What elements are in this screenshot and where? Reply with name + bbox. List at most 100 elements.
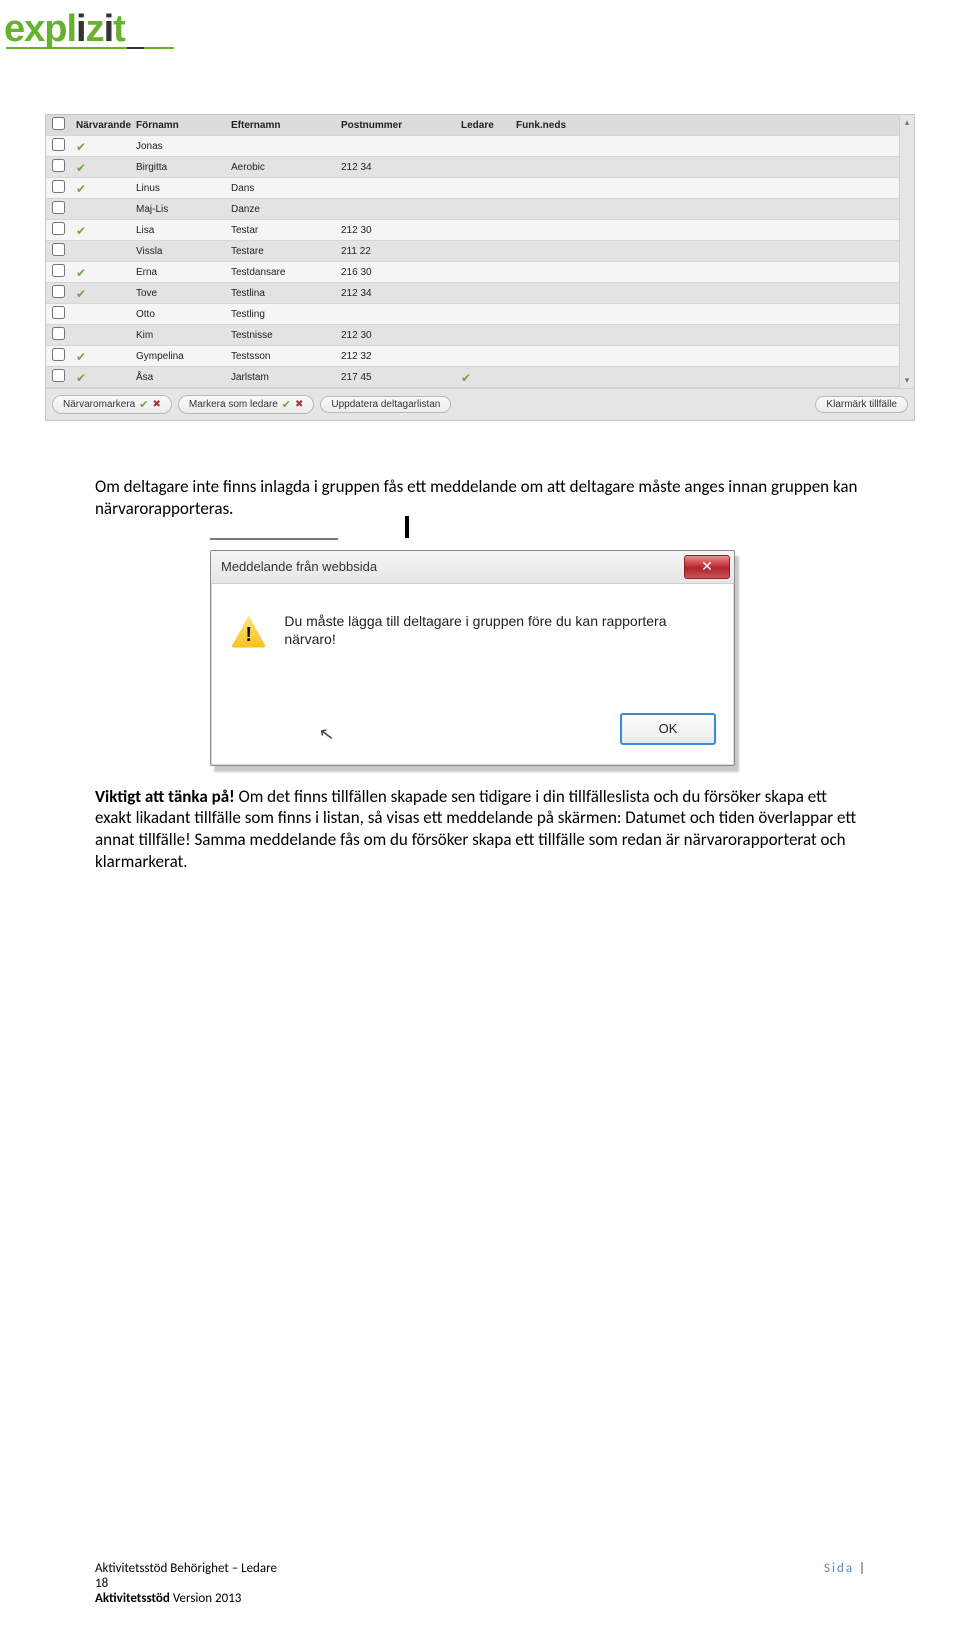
row-checkbox[interactable] (52, 327, 65, 340)
cell-postnummer: 212 30 (341, 225, 461, 236)
participants-panel: Närvarande Förnamn Efternamn Postnummer … (45, 114, 915, 421)
markera-som-ledare-button[interactable]: Markera som ledare ✔ ✖ (178, 395, 315, 414)
cell-postnummer: 216 30 (341, 267, 461, 278)
side-bar: | (859, 1561, 865, 1576)
row-checkbox[interactable] (52, 222, 65, 235)
col-efternamn: Efternamn (231, 120, 341, 131)
check-icon: ✔ (76, 225, 86, 237)
col-narvarande: Närvarande (76, 120, 136, 131)
dialog-close-button[interactable]: ✕ (684, 555, 730, 579)
table-row: ✔LisaTestar212 30 (46, 220, 899, 241)
decorative-tick (405, 516, 409, 538)
row-checkbox[interactable] (52, 159, 65, 172)
cell-efternamn: Testdansare (231, 267, 341, 278)
cell-efternamn: Testnisse (231, 330, 341, 341)
cell-fornamn: Linus (136, 183, 231, 194)
check-icon: ✔ (76, 288, 86, 300)
table-row: ✔LinusDans (46, 178, 899, 199)
footer-page-label: Sida | (824, 1561, 865, 1576)
paragraph-heading: Viktigt att tänka på! (95, 786, 235, 807)
footer-title: Aktivitetsstöd Behörighet – Ledare (95, 1561, 277, 1576)
footer-app-name: Aktivitetsstöd (95, 1591, 170, 1606)
check-icon: ✔ (76, 351, 86, 363)
side-word: Sida (824, 1561, 854, 1576)
cell-postnummer: 212 30 (341, 330, 461, 341)
button-label: Närvaromarkera (63, 399, 135, 410)
col-ledare: Ledare (461, 120, 516, 131)
footer-version: Version 2013 (170, 1591, 242, 1606)
cell-efternamn: Testare (231, 246, 341, 257)
x-icon: ✖ (295, 399, 303, 410)
row-checkbox[interactable] (52, 306, 65, 319)
body-paragraph-1: Om deltagare inte finns inlagda i gruppe… (95, 476, 865, 520)
row-checkbox[interactable] (52, 138, 65, 151)
footer-page-number: 18 (95, 1576, 865, 1591)
cell-fornamn: Erna (136, 267, 231, 278)
table-row: ✔ Jonas (46, 136, 899, 157)
scroll-up-icon[interactable]: ▴ (905, 117, 910, 128)
page-footer: Aktivitetsstöd Behörighet – Ledare Sida … (95, 1561, 865, 1606)
cell-fornamn: Jonas (136, 141, 231, 152)
cell-fornamn: Åsa (136, 372, 231, 383)
check-icon: ✔ (76, 162, 86, 174)
cell-fornamn: Tove (136, 288, 231, 299)
row-checkbox[interactable] (52, 369, 65, 382)
cell-efternamn: Dans (231, 183, 341, 194)
dialog-titlebar: Meddelande från webbsida ✕ (211, 551, 734, 584)
button-label: Markera som ledare (189, 399, 278, 410)
row-checkbox[interactable] (52, 180, 65, 193)
check-icon: ✔ (461, 372, 471, 384)
table-row: ✔GympelinaTestsson212 32 (46, 346, 899, 367)
cell-postnummer: 217 45 (341, 372, 461, 383)
close-icon: ✕ (701, 558, 713, 575)
cell-postnummer: 212 32 (341, 351, 461, 362)
brand-logo: explizit (0, 0, 960, 51)
narvaromarkera-button[interactable]: Närvaromarkera ✔ ✖ (52, 395, 172, 414)
table-scrollbar[interactable]: ▴ ▾ (899, 115, 914, 388)
table-row: ✔ÅsaJarlstam217 45✔ (46, 367, 899, 388)
cell-fornamn: Vissla (136, 246, 231, 257)
cell-narvarande: ✔ (76, 287, 136, 300)
cell-narvarande: ✔ (76, 161, 136, 174)
check-icon: ✔ (76, 267, 86, 279)
row-checkbox[interactable] (52, 348, 65, 361)
select-all-checkbox[interactable] (52, 117, 65, 130)
scroll-down-icon[interactable]: ▾ (905, 375, 910, 386)
table-row: ✔ToveTestlina212 34 (46, 283, 899, 304)
row-checkbox[interactable] (52, 264, 65, 277)
row-checkbox[interactable] (52, 201, 65, 214)
cell-fornamn: Otto (136, 309, 231, 320)
button-label: OK (659, 721, 678, 736)
cell-narvarande: ✔ (76, 182, 136, 195)
row-checkbox[interactable] (52, 243, 65, 256)
cursor-icon: ↖ (318, 723, 336, 746)
cell-efternamn: Testlina (231, 288, 341, 299)
table-row: KimTestnisse212 30 (46, 325, 899, 346)
col-postnummer: Postnummer (341, 120, 461, 131)
cell-efternamn: Danze (231, 204, 341, 215)
table-row: VisslaTestare211 22 (46, 241, 899, 262)
body-paragraph-2: Viktigt att tänka på! Om det finns tillf… (95, 786, 865, 873)
cell-fornamn: Lisa (136, 225, 231, 236)
col-fornamn: Förnamn (136, 120, 231, 131)
cell-fornamn: Gympelina (136, 351, 231, 362)
cell-narvarande: ✔ (76, 266, 136, 279)
cell-fornamn: Kim (136, 330, 231, 341)
check-icon: ✔ (76, 141, 86, 153)
cell-fornamn: Birgitta (136, 162, 231, 173)
uppdatera-deltagarlistan-button[interactable]: Uppdatera deltagarlistan (320, 396, 451, 413)
warning-icon (231, 616, 266, 648)
cell-narvarande: ✔ (76, 224, 136, 237)
dialog-message: Du måste lägga till deltagare i gruppen … (284, 612, 714, 692)
cell-efternamn: Jarlstam (231, 372, 341, 383)
dialog-ok-button[interactable]: OK (620, 713, 716, 745)
table-header-row: Närvarande Förnamn Efternamn Postnummer … (46, 115, 899, 136)
row-checkbox[interactable] (52, 285, 65, 298)
decorative-bar (210, 538, 338, 540)
cell-ledare: ✔ (461, 371, 516, 384)
table-toolbar: Närvaromarkera ✔ ✖ Markera som ledare ✔ … (46, 388, 914, 420)
table-row: OttoTestling (46, 304, 899, 325)
klarmark-tillfalle-button[interactable]: Klarmärk tillfälle (815, 396, 908, 413)
table-row: ✔BirgittaAerobic212 34 (46, 157, 899, 178)
cell-narvarande: ✔ (76, 371, 136, 384)
